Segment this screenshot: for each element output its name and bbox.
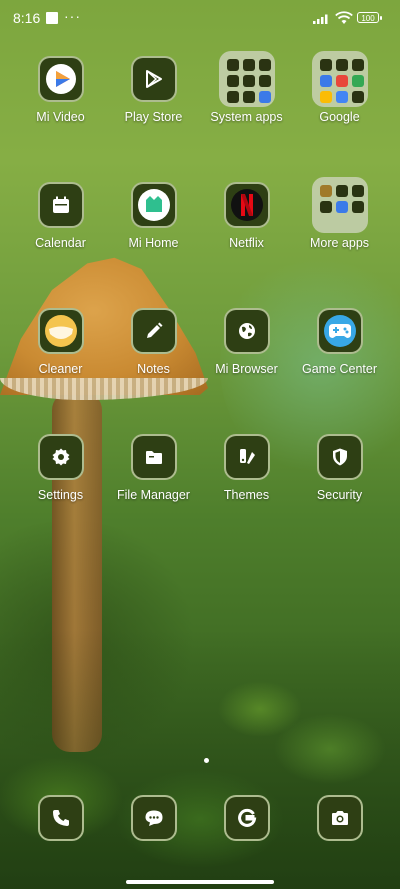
folder-icon <box>311 51 368 107</box>
app-label: Play Store <box>124 110 183 124</box>
folder-google[interactable]: Google <box>293 51 386 124</box>
folder-icon <box>130 434 177 480</box>
app-label: Mi Home <box>128 236 179 250</box>
app-calendar[interactable]: Calendar <box>14 182 107 250</box>
app-label: File Manager <box>117 488 190 502</box>
app-grid: Mi Video Play Store System apps Google C… <box>14 51 386 502</box>
app-label: System apps <box>210 110 283 124</box>
google-icon <box>223 795 270 841</box>
app-play-store[interactable]: Play Store <box>107 56 200 124</box>
folder-system-apps[interactable]: System apps <box>200 51 293 124</box>
page-indicator <box>204 758 209 763</box>
app-game-center[interactable]: Game Center <box>293 308 386 376</box>
phone-icon <box>37 795 84 841</box>
globe-icon <box>223 308 270 354</box>
dock-messages[interactable] <box>107 795 200 841</box>
app-mi-video[interactable]: Mi Video <box>14 56 107 124</box>
app-label: Mi Browser <box>215 362 278 376</box>
home-indicator[interactable] <box>126 880 274 884</box>
app-label: Themes <box>223 488 270 502</box>
app-file-manager[interactable]: File Manager <box>107 434 200 502</box>
gamepad-icon <box>316 308 363 354</box>
app-label: Netflix <box>229 236 264 250</box>
folder-more-apps[interactable]: More apps <box>293 177 386 250</box>
status-bar: 8:16 ··· 100 <box>0 0 400 36</box>
status-time: 8:16 <box>13 10 41 26</box>
app-themes[interactable]: Themes <box>200 434 293 502</box>
dock-camera[interactable] <box>293 795 386 841</box>
app-label: Game Center <box>301 362 378 376</box>
cleaner-icon <box>37 308 84 354</box>
dock-google[interactable] <box>200 795 293 841</box>
message-icon <box>130 795 177 841</box>
battery-icon: 100 <box>357 12 382 23</box>
app-security[interactable]: Security <box>293 434 386 502</box>
mi-home-icon <box>130 182 177 228</box>
app-label: More apps <box>309 236 370 250</box>
shield-icon <box>316 434 363 480</box>
app-label: Google <box>319 110 360 124</box>
play-store-icon <box>130 56 177 102</box>
calendar-icon <box>37 182 84 228</box>
themes-icon <box>223 434 270 480</box>
app-mi-browser[interactable]: Mi Browser <box>200 308 293 376</box>
app-label: Mi Video <box>36 110 85 124</box>
app-label: Security <box>316 488 363 502</box>
app-label: Cleaner <box>38 362 83 376</box>
app-mi-home[interactable]: Mi Home <box>107 182 200 250</box>
notification-square-icon <box>46 12 58 24</box>
gear-icon <box>37 434 84 480</box>
folder-icon <box>218 51 275 107</box>
camera-icon <box>316 795 363 841</box>
wifi-icon <box>335 11 353 24</box>
app-notes[interactable]: Notes <box>107 308 200 376</box>
netflix-icon <box>223 182 270 228</box>
dock-phone[interactable] <box>14 795 107 841</box>
mi-video-icon <box>37 56 84 102</box>
app-label: Settings <box>37 488 84 502</box>
app-label: Calendar <box>35 236 86 250</box>
app-settings[interactable]: Settings <box>14 434 107 502</box>
notes-icon <box>130 308 177 354</box>
dock <box>14 795 386 841</box>
app-cleaner[interactable]: Cleaner <box>14 308 107 376</box>
more-notifications-icon: ··· <box>64 8 81 24</box>
app-label: Notes <box>137 362 170 376</box>
app-netflix[interactable]: Netflix <box>200 182 293 250</box>
folder-icon <box>311 177 368 233</box>
signal-icon <box>313 14 328 24</box>
